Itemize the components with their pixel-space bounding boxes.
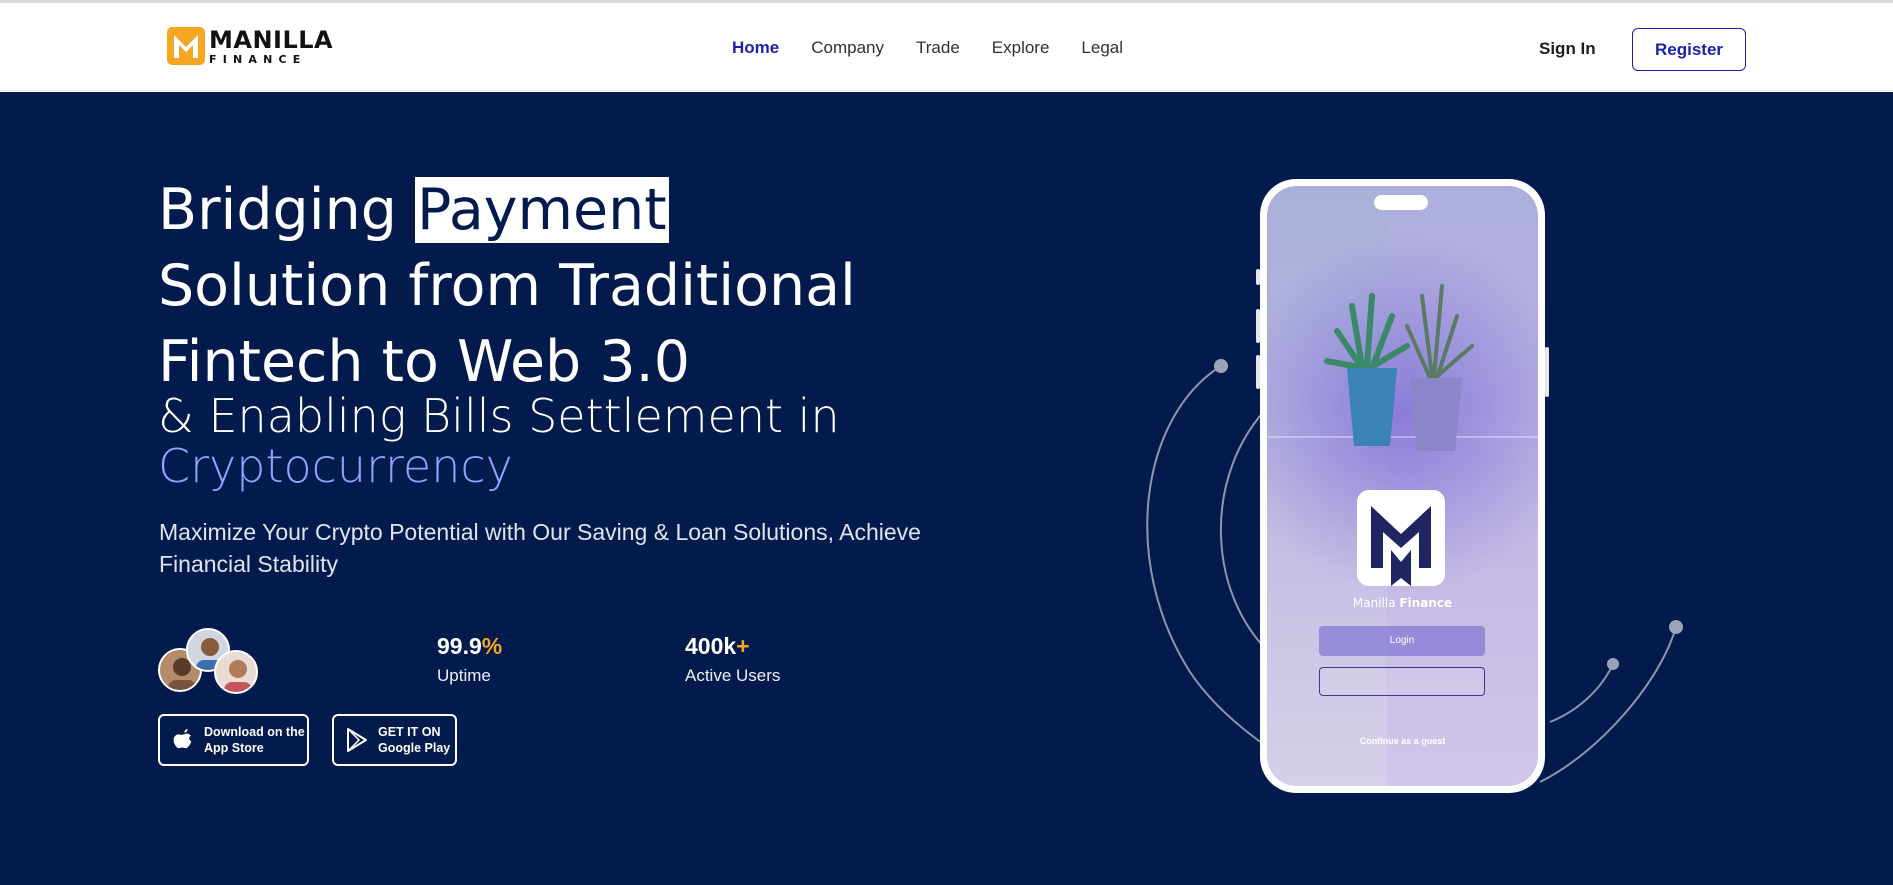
play-icon [347,728,367,752]
site-header: MANILLA FINANCE Home Company Trade Explo… [0,3,1893,91]
stat-value: 99.9% [437,633,503,659]
stat-uptime: 99.9% Uptime [437,633,502,686]
phone-side-button [1545,347,1549,397]
app-store-text: Download on the App Store [204,725,305,755]
hero-title: Bridging Payment Solution from Tradition… [158,172,856,400]
nav-home[interactable]: Home [732,38,779,58]
phone-notch [1374,195,1428,210]
google-play-button[interactable]: GET IT ON Google Play [332,714,457,766]
stat-value: 400k+ [685,633,750,659]
plant-illustration [1324,284,1474,451]
register-button[interactable]: Register [1632,28,1746,71]
google-play-text: GET IT ON Google Play [378,725,451,755]
sign-in-link[interactable]: Sign In [1539,39,1596,59]
stat-label: Active Users [685,666,781,685]
phone-mockup: Manilla Finance Login Continue as a gues… [1256,179,1549,793]
hero-description: Maximize Your Crypto Potential with Our … [159,519,921,577]
app-store-button[interactable]: Download on the App Store [158,714,309,766]
continue-as-guest-link[interactable]: Continue as a guest [1267,736,1538,746]
app-name: Manilla Finance [1352,596,1453,610]
stat-active-users: 400k+ Active Users [685,633,780,686]
phone-input-field[interactable] [1319,667,1485,696]
apple-icon [173,729,192,749]
nav-legal[interactable]: Legal [1081,38,1123,58]
hero-section: Bridging Payment Solution from Tradition… [0,92,1893,885]
phone-login-button[interactable]: Login [1319,626,1485,656]
logo-line1: MANILLA [209,25,334,54]
logo-line2: FINANCE [209,52,307,66]
phone-screen: Manilla Finance Login Continue as a gues… [1267,186,1538,786]
phone-side-button [1256,309,1260,343]
title-line2: Solution from Traditional [158,253,856,319]
nav-company[interactable]: Company [811,38,884,58]
logo-wordmark: MANILLA FINANCE [209,28,333,65]
title-highlight: Payment [415,177,669,243]
app-logo-icon [1357,490,1445,586]
phone-side-button [1256,355,1260,389]
avatar [214,650,258,694]
logo-m-icon [167,27,205,65]
nav-trade[interactable]: Trade [916,38,960,58]
main-nav: Home Company Trade Explore Legal [732,38,1155,58]
brand-logo[interactable]: MANILLA FINANCE [167,27,333,65]
phone-side-button [1256,269,1260,285]
user-avatars [158,628,258,694]
title-part1: Bridging [158,177,416,243]
hero-subtitle: & Enabling Bills Settlement in [158,389,840,443]
stat-label: Uptime [437,666,491,685]
nav-explore[interactable]: Explore [992,38,1050,58]
hero-subtitle-highlight: Cryptocurrency [158,439,513,493]
